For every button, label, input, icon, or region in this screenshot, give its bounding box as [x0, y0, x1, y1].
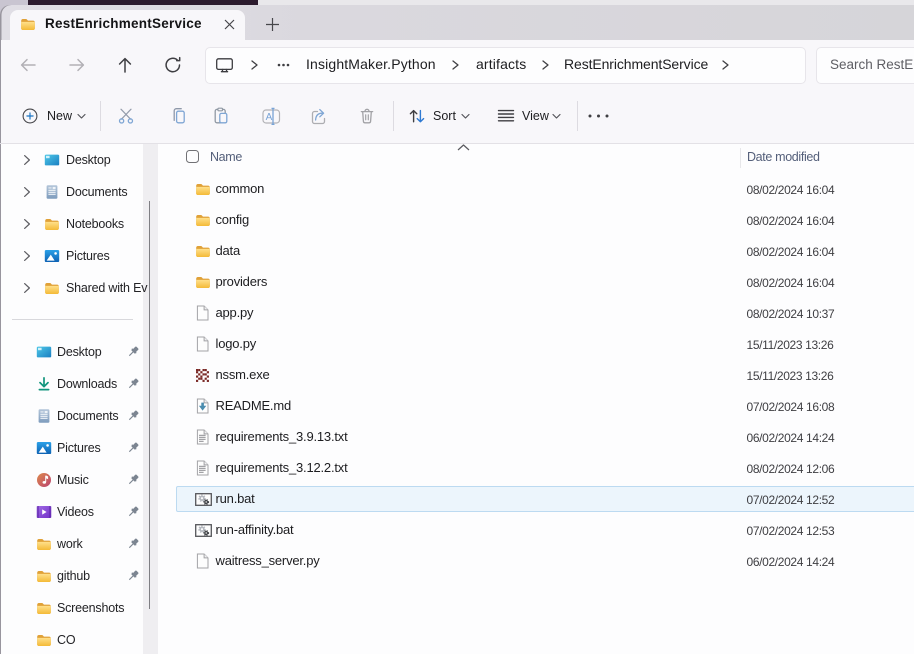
svg-text:A: A	[266, 112, 273, 123]
